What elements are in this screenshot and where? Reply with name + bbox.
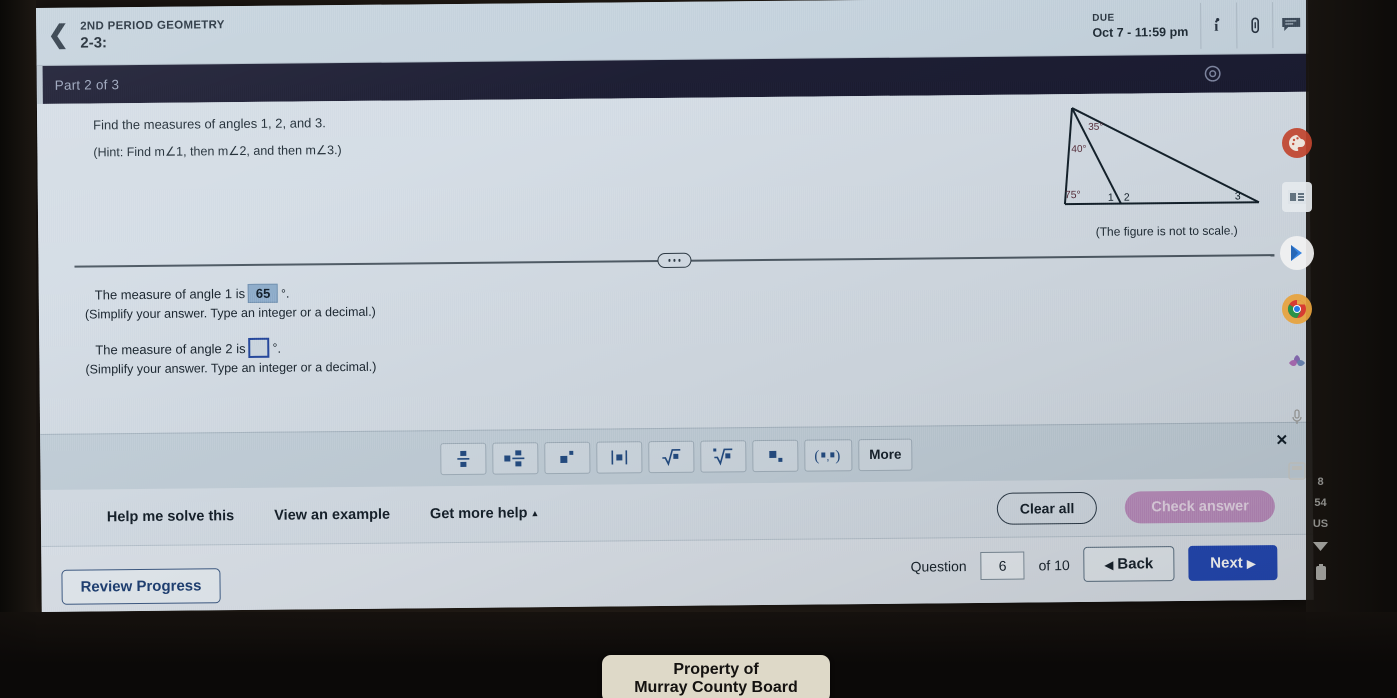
photos-icon[interactable] [1282, 348, 1312, 378]
due-label: DUE [1092, 12, 1115, 24]
question-number-input[interactable]: 6 [980, 551, 1025, 580]
status-locale: US [1312, 518, 1329, 530]
course-name: 2ND PERIOD GEOMETRY [80, 18, 225, 33]
assignment-titles: 2ND PERIOD GEOMETRY 2-3: [80, 19, 225, 52]
question-total-label: of 10 [1038, 556, 1070, 573]
figure-caption: (The figure is not to scale.) [1095, 223, 1238, 239]
os-status-bar: 8 54 US [1312, 476, 1329, 584]
gear-icon[interactable] [1203, 64, 1223, 84]
drag-handle[interactable] [657, 252, 692, 269]
info-icon[interactable]: i [1199, 1, 1237, 49]
palette-nth-root-button[interactable] [700, 439, 747, 473]
photograph-of-tablet: ❮ 2ND PERIOD GEOMETRY 2-3: DUE Oct 7 - 1… [0, 0, 1397, 698]
palette-absolute-value-button[interactable] [596, 440, 643, 474]
bottom-navigation: Review Progress Question 6 of 10 ◀ Back … [41, 533, 1314, 612]
chevron-left-icon[interactable]: ❮ [36, 19, 80, 53]
question-label: Question [910, 557, 967, 575]
palette-mixed-number-button[interactable] [492, 441, 539, 475]
header-right-group: DUE Oct 7 - 11:59 pm i [1082, 1, 1309, 49]
svg-text:): ) [835, 448, 840, 464]
answer-2-period: . [277, 340, 282, 356]
question-navigation: Question 6 of 10 ◀ Back Next ▶ [910, 545, 1278, 584]
microphone-icon[interactable] [1282, 402, 1312, 432]
palette-subscript-button[interactable] [752, 439, 799, 472]
angle-label-75: 75° [1065, 189, 1081, 201]
svg-text:(: ( [814, 448, 819, 464]
wifi-icon [1312, 539, 1329, 555]
angle-label-1: 1 [1108, 192, 1114, 204]
play-store-icon[interactable] [1280, 236, 1314, 270]
geometry-figure: 35° 40° 75° 1 2 3 (The figure is not to … [1058, 98, 1274, 239]
sticker-line-2: Murray County Board [634, 679, 798, 697]
caret-right-icon: ▶ [1246, 558, 1256, 571]
triangle-diagram: 35° 40° 75° 1 2 3 [1063, 107, 1260, 206]
answer-2-input[interactable] [248, 337, 270, 358]
angle-label-35: 35° [1088, 122, 1103, 133]
message-icon[interactable] [1271, 1, 1309, 48]
part-indicator: Part 2 of 3 [54, 76, 120, 93]
bezel-left [0, 0, 36, 698]
palette-exponent-button[interactable] [544, 441, 591, 474]
os-dock [1271, 128, 1323, 486]
status-time-hour: 8 [1317, 476, 1324, 488]
next-button[interactable]: Next ▶ [1188, 545, 1278, 581]
view-an-example-button[interactable]: View an example [274, 507, 390, 524]
answer-actions: Clear all Check answer [996, 490, 1313, 525]
next-label: Next [1210, 554, 1243, 572]
due-date: Oct 7 - 11:59 pm [1092, 24, 1189, 40]
news-icon[interactable] [1282, 182, 1312, 212]
angle-label-2: 2 [1124, 192, 1130, 204]
calculator-icon[interactable] [1282, 456, 1312, 486]
status-time-minute: 54 [1314, 497, 1327, 509]
back-label: Back [1117, 555, 1154, 573]
answer-1-label: The measure of angle 1 is [94, 286, 246, 303]
palette-more-button[interactable]: More [858, 438, 913, 471]
angle-label-3: 3 [1235, 190, 1241, 202]
chrome-icon[interactable] [1282, 294, 1312, 324]
review-progress-button[interactable]: Review Progress [61, 568, 221, 605]
answer-2-label: The measure of angle 2 is [95, 340, 246, 357]
palette-fraction-button[interactable] [440, 442, 487, 475]
caret-left-icon: ◀ [1104, 559, 1114, 572]
palette-square-root-button[interactable] [648, 440, 695, 473]
get-more-help-label: Get more help [429, 505, 528, 523]
svg-text:,: , [826, 451, 829, 463]
battery-icon [1315, 564, 1327, 584]
palette-interval-button[interactable]: (,) [804, 438, 853, 472]
problem-body: Find the measures of angles 1, 2, and 3.… [36, 91, 1313, 434]
back-button[interactable]: ◀ Back [1083, 546, 1175, 582]
get-more-help-button[interactable]: Get more help ▲ [430, 505, 540, 522]
check-answer-button[interactable]: Check answer [1125, 490, 1275, 524]
palette-icon[interactable] [1282, 128, 1312, 158]
part-accent [36, 65, 43, 104]
answer-1-period: . [285, 285, 290, 301]
answer-section: The measure of angle 1 is 65 ° . (Simpli… [39, 274, 1312, 395]
property-sticker: Property of Murray County Board [602, 655, 830, 698]
clear-all-button[interactable]: Clear all [996, 491, 1098, 525]
help-me-solve-this-button[interactable]: Help me solve this [107, 508, 234, 525]
tablet-screen: ❮ 2ND PERIOD GEOMETRY 2-3: DUE Oct 7 - 1… [36, 0, 1314, 612]
paperclip-icon[interactable] [1235, 1, 1273, 48]
due-block: DUE Oct 7 - 11:59 pm [1082, 2, 1200, 49]
angle-label-40: 40° [1071, 144, 1086, 155]
caret-up-icon: ▲ [530, 508, 540, 519]
assignment-name: 2-3: [80, 34, 108, 52]
sticker-line-1: Property of [673, 661, 759, 678]
answer-1-input[interactable]: 65 [247, 283, 279, 303]
